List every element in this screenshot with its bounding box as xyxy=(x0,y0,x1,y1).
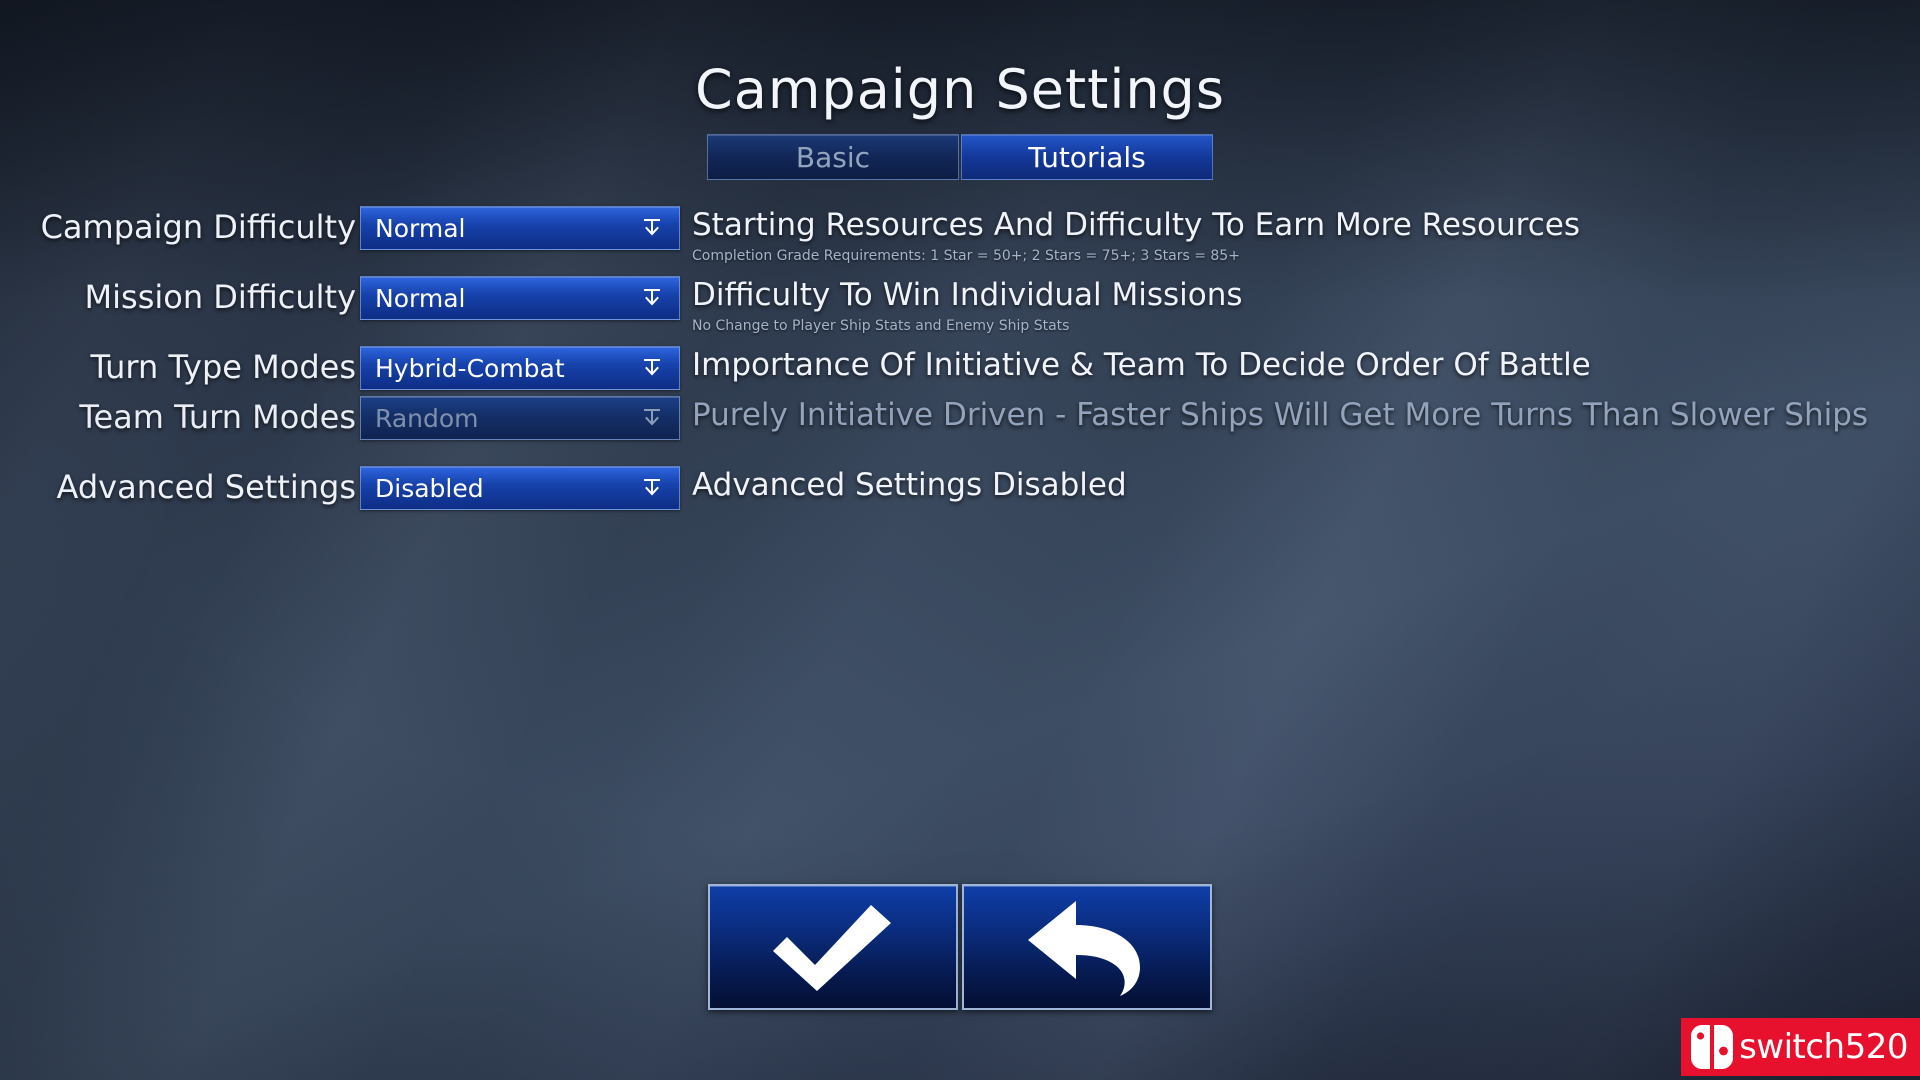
setting-description-turn-type-modes: Importance Of Initiative & Team To Decid… xyxy=(680,344,1920,386)
dropdown-arrow-icon xyxy=(641,217,663,239)
dropdown-arrow-icon xyxy=(641,477,663,499)
setting-row-mission-difficulty: Mission Difficulty Normal Difficulty To … xyxy=(0,276,1920,346)
undo-arrow-icon xyxy=(1024,897,1150,997)
description-sub-mission-difficulty: No Change to Player Ship Stats and Enemy… xyxy=(692,318,1070,334)
setting-label-mission-difficulty: Mission Difficulty xyxy=(84,278,356,316)
dropdown-value-advanced-settings: Disabled xyxy=(375,473,484,503)
dropdown-arrow-icon xyxy=(641,357,663,379)
description-text-mission-difficulty: Difficulty To Win Individual Missions xyxy=(692,277,1243,313)
nintendo-switch-icon xyxy=(1689,1023,1735,1071)
setting-label-campaign-difficulty: Campaign Difficulty xyxy=(40,208,356,246)
dropdown-turn-type-modes[interactable]: Hybrid-Combat xyxy=(360,346,680,390)
settings-list: Campaign Difficulty Normal Starting Reso… xyxy=(0,206,1920,536)
description-text-campaign-difficulty: Starting Resources And Difficulty To Ear… xyxy=(692,207,1580,243)
setting-description-mission-difficulty: Difficulty To Win Individual Missions No… xyxy=(680,274,1920,335)
setting-description-team-turn-modes: Purely Initiative Driven - Faster Ships … xyxy=(680,394,1920,436)
description-sub-campaign-difficulty: Completion Grade Requirements: 1 Star = … xyxy=(692,248,1240,264)
row-spacer xyxy=(0,446,1920,466)
setting-label-advanced-settings: Advanced Settings xyxy=(56,468,356,506)
setting-row-advanced-settings: Advanced Settings Disabled Advanced Sett… xyxy=(0,466,1920,536)
setting-description-advanced-settings: Advanced Settings Disabled xyxy=(680,464,1920,506)
setting-row-campaign-difficulty: Campaign Difficulty Normal Starting Reso… xyxy=(0,206,1920,276)
dropdown-team-turn-modes[interactable]: Random xyxy=(360,396,680,440)
action-button-bar xyxy=(708,884,1212,1010)
dropdown-value-team-turn-modes: Random xyxy=(375,403,479,433)
setting-row-team-turn-modes: Team Turn Modes Random Purely Initiative… xyxy=(0,396,1920,446)
description-text-turn-type-modes: Importance Of Initiative & Team To Decid… xyxy=(692,347,1591,383)
description-text-team-turn-modes: Purely Initiative Driven - Faster Ships … xyxy=(692,397,1869,433)
dropdown-mission-difficulty[interactable]: Normal xyxy=(360,276,680,320)
tab-tutorials[interactable]: Tutorials xyxy=(961,134,1213,180)
page-title: Campaign Settings xyxy=(695,58,1225,121)
tab-basic[interactable]: Basic xyxy=(707,134,959,180)
tab-tutorials-label: Tutorials xyxy=(1028,140,1146,174)
setting-label-turn-type-modes: Turn Type Modes xyxy=(90,348,356,386)
confirm-button[interactable] xyxy=(708,884,958,1010)
setting-label-team-turn-modes: Team Turn Modes xyxy=(79,398,356,436)
dropdown-value-mission-difficulty: Normal xyxy=(375,283,466,313)
description-text-advanced-settings: Advanced Settings Disabled xyxy=(692,467,1127,503)
back-button[interactable] xyxy=(962,884,1212,1010)
dropdown-arrow-icon xyxy=(641,287,663,309)
dropdown-value-campaign-difficulty: Normal xyxy=(375,213,466,243)
watermark-text: switch520 xyxy=(1739,1027,1908,1067)
dropdown-arrow-icon xyxy=(641,407,663,429)
setting-description-campaign-difficulty: Starting Resources And Difficulty To Ear… xyxy=(680,204,1920,265)
tab-bar: Basic Tutorials xyxy=(707,134,1213,180)
tab-basic-label: Basic xyxy=(795,140,871,174)
watermark: switch520 xyxy=(1681,1018,1920,1076)
setting-row-turn-type-modes: Turn Type Modes Hybrid-Combat Importance… xyxy=(0,346,1920,396)
dropdown-advanced-settings[interactable]: Disabled xyxy=(360,466,680,510)
checkmark-icon xyxy=(767,899,899,995)
dropdown-value-turn-type-modes: Hybrid-Combat xyxy=(375,353,565,383)
dropdown-campaign-difficulty[interactable]: Normal xyxy=(360,206,680,250)
